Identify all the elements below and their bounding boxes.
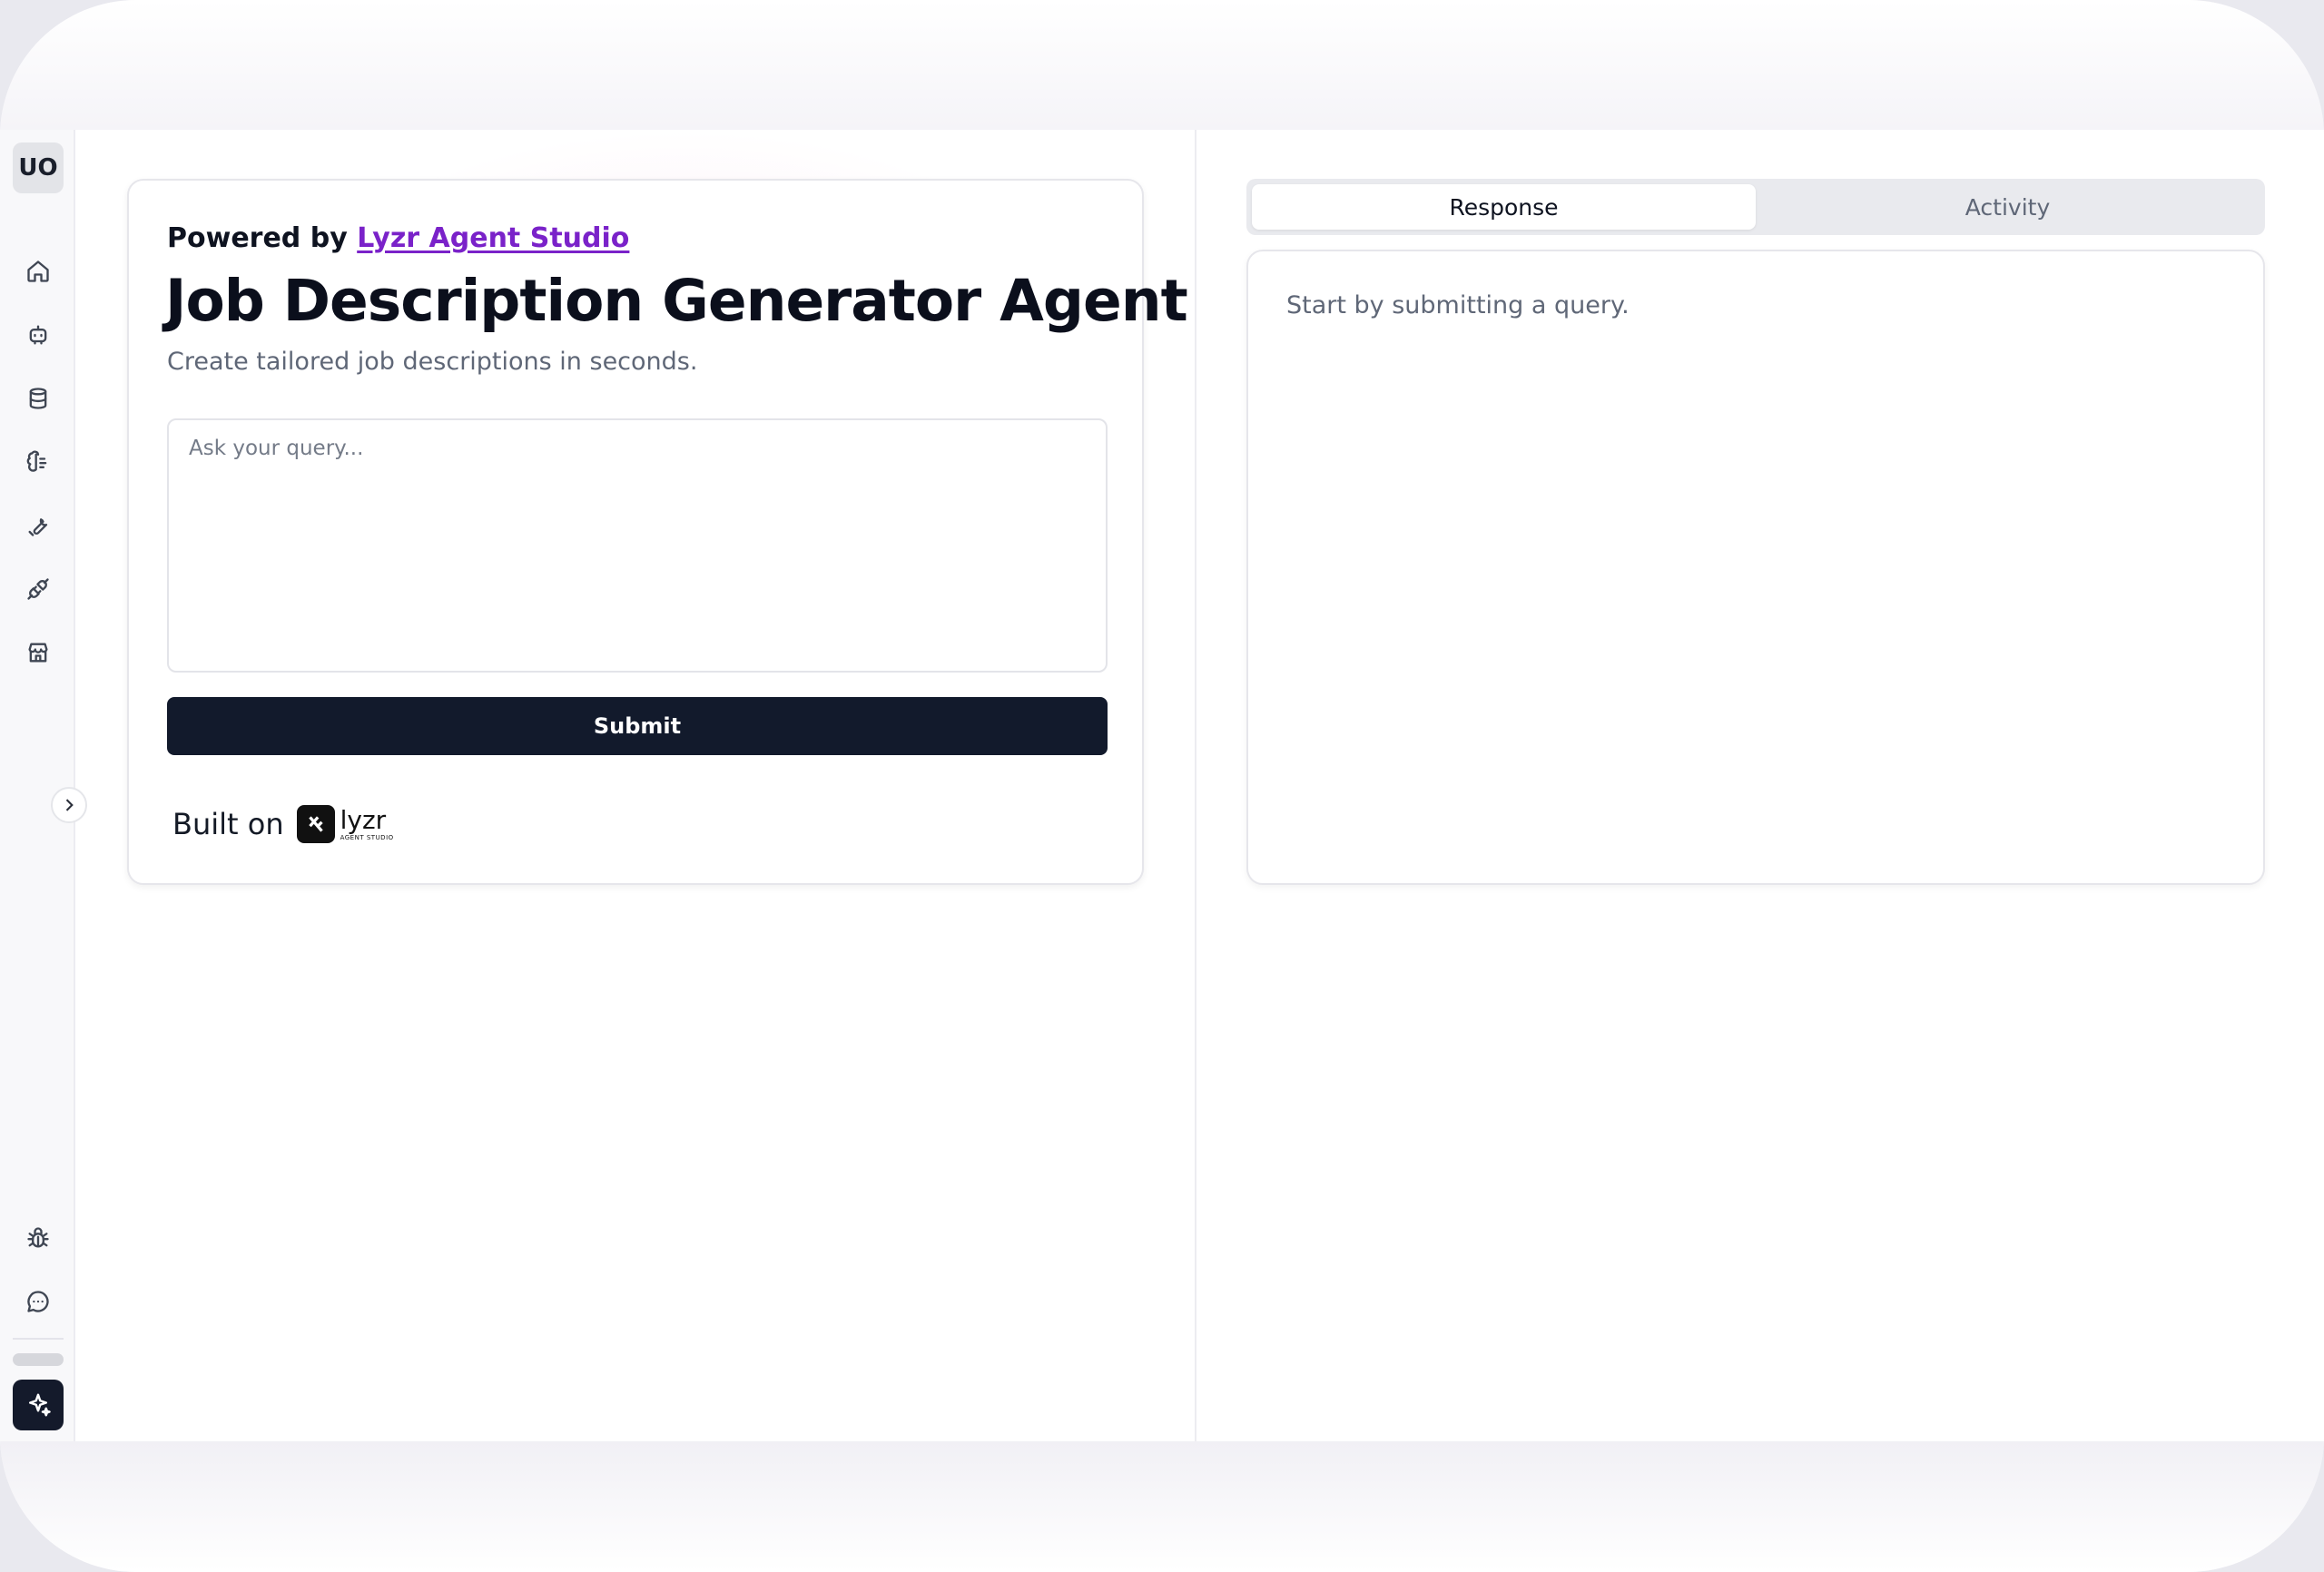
lyzr-logo-subtitle: AGENT STUDIO — [340, 833, 394, 841]
agent-card: Powered by Lyzr Agent Studio Job Descrip… — [127, 179, 1188, 885]
agent-panel: Powered by Lyzr Agent Studio Job Descrip… — [75, 130, 1196, 1441]
app-container: UO Powered by Lyzr Agent Studio Job Desc… — [0, 130, 2324, 1441]
tab-response[interactable]: Response — [1252, 184, 1756, 230]
brain-icon[interactable] — [18, 442, 58, 482]
ai-assistant-button[interactable] — [13, 1380, 64, 1430]
lyzr-agent-studio-link[interactable]: Lyzr Agent Studio — [357, 222, 629, 254]
built-on-label: Built on — [172, 807, 284, 841]
output-panel: Response Activity Start by submitting a … — [1196, 130, 2324, 1441]
empty-state-message: Start by submitting a query. — [1286, 291, 1630, 319]
sidebar: UO — [0, 130, 87, 1441]
page-title: Job Description Generator Agent — [165, 268, 1188, 334]
query-input[interactable] — [167, 418, 1108, 673]
page-subtitle: Create tailored job descriptions in seco… — [167, 348, 698, 376]
sparkles-icon — [29, 1393, 51, 1417]
tab-activity[interactable]: Activity — [1756, 184, 2260, 230]
database-icon[interactable] — [18, 378, 58, 418]
lyzr-logo-icon — [296, 805, 335, 843]
sidebar-scroll-pill — [13, 1353, 64, 1366]
submit-button[interactable]: Submit — [167, 697, 1108, 755]
lyzr-logo: lyzr AGENT STUDIO — [296, 804, 394, 843]
top-bar — [0, 0, 2324, 130]
powered-by: Powered by Lyzr Agent Studio — [167, 222, 629, 254]
store-icon[interactable] — [18, 633, 58, 673]
tools-icon[interactable] — [18, 506, 58, 545]
bug-icon[interactable] — [18, 1218, 58, 1258]
powered-by-prefix: Powered by — [167, 222, 348, 254]
lyzr-logo-name: lyzr — [340, 804, 387, 835]
output-tabs: Response Activity — [1246, 179, 2265, 235]
home-icon[interactable] — [18, 251, 58, 291]
user-avatar[interactable]: UO — [13, 142, 64, 193]
agent-icon[interactable] — [18, 315, 58, 355]
response-area: Start by submitting a query. — [1246, 250, 2265, 885]
chat-icon[interactable] — [18, 1282, 58, 1321]
sidebar-divider — [13, 1338, 64, 1340]
bottom-bar — [0, 1441, 2324, 1572]
plugin-icon[interactable] — [18, 569, 58, 609]
window-frame: UO Powered by Lyzr Agent Studio Job Desc… — [0, 0, 2324, 1572]
built-on-badge[interactable]: Built on lyzr AGENT STUDIO — [172, 803, 394, 845]
